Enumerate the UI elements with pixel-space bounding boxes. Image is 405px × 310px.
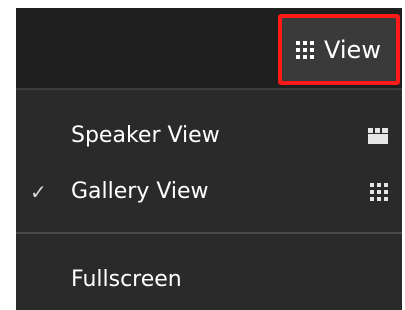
checkmark-icon: ✓ [30,180,47,204]
menu-item-gallery-view[interactable]: ✓ Gallery View [16,166,402,218]
menu-item-label: Speaker View [71,123,220,148]
view-button-label: View [324,35,381,64]
menu-item-speaker-view[interactable]: Speaker View [16,110,402,162]
view-dropdown-menu: Speaker View ✓ Gallery View Fullscreen [16,90,402,310]
view-button[interactable]: View [278,14,400,85]
menu-item-label: Fullscreen [71,267,182,292]
top-toolbar: View [16,8,402,88]
meeting-window: View Speaker View ✓ Gallery View Fullscr… [16,8,402,310]
gallery-view-icon [370,183,388,201]
grid-icon [296,40,314,59]
menu-divider [16,232,402,234]
menu-item-fullscreen[interactable]: Fullscreen [16,254,402,306]
speaker-view-icon [368,128,388,144]
menu-item-label: Gallery View [71,179,209,204]
